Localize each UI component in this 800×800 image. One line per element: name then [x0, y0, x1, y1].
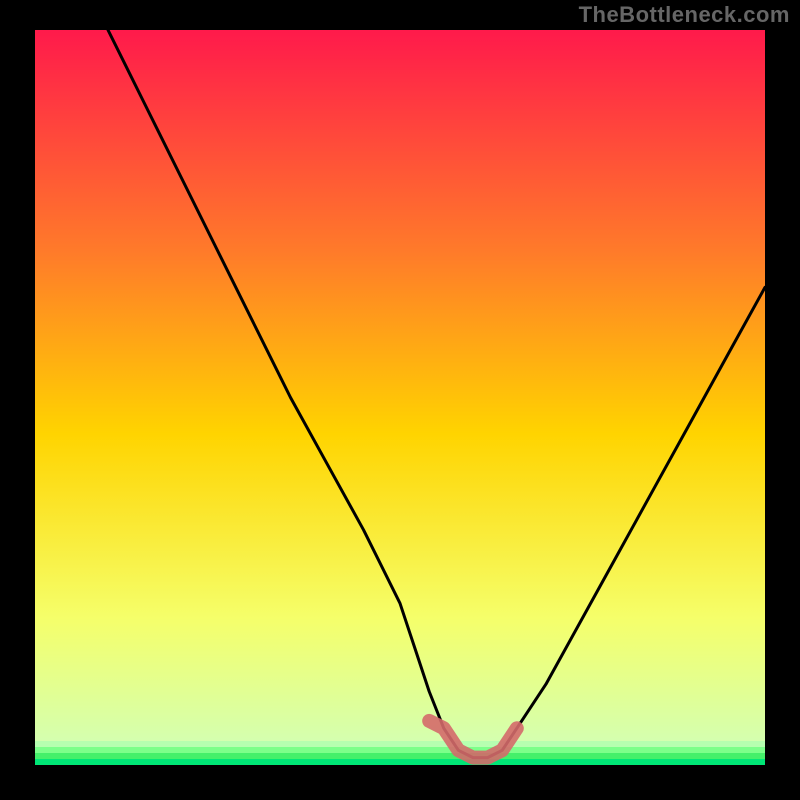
chart-bottom-band [35, 747, 765, 753]
chart-plot-area [35, 30, 765, 765]
chart-bottom-band [35, 741, 765, 747]
chart-frame: TheBottleneck.com [0, 0, 800, 800]
chart-svg [35, 30, 765, 765]
chart-bottom-band [35, 759, 765, 765]
chart-bottom-band [35, 753, 765, 759]
chart-gradient-bg [35, 30, 765, 765]
watermark-text: TheBottleneck.com [579, 2, 790, 28]
